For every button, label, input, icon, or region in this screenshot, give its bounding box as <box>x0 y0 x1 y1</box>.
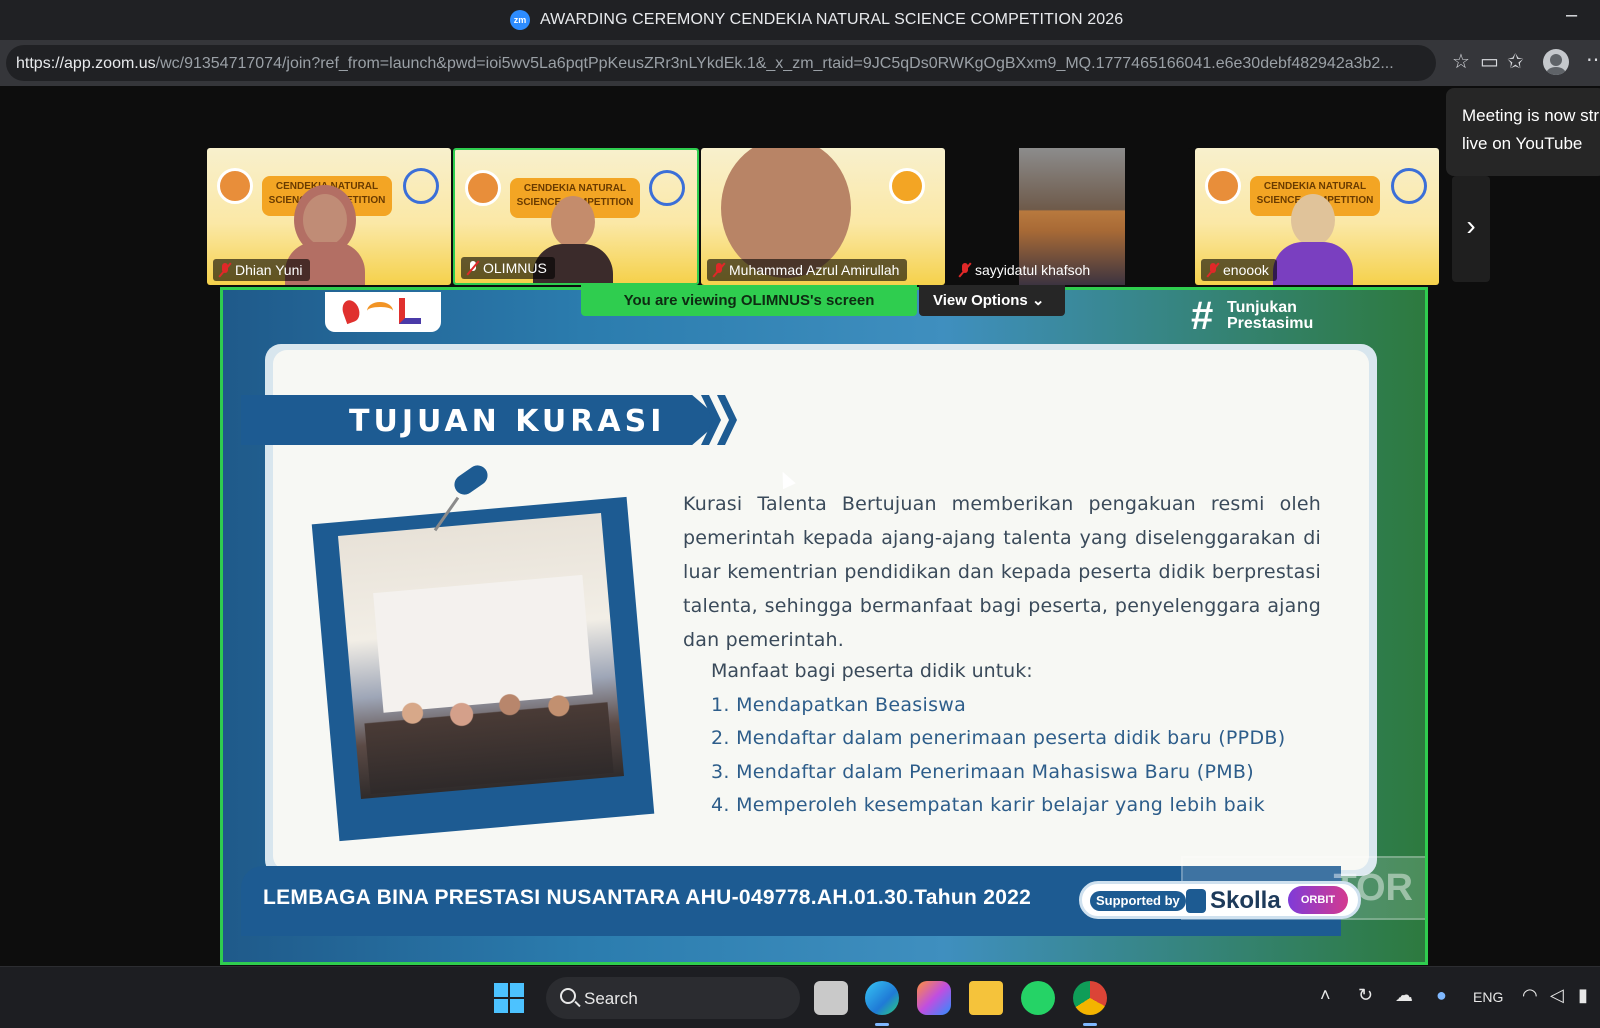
app-icon[interactable] <box>814 981 848 1015</box>
copilot-icon[interactable] <box>917 981 951 1015</box>
star-icon[interactable]: ☆ <box>1452 51 1470 73</box>
profile-icon[interactable] <box>1543 49 1569 75</box>
participant-tile[interactable]: CENDEKIA NATURAL SCIENCE COMPETITION Dhi… <box>207 148 451 285</box>
hashtag-line2: Prestasimu <box>1227 315 1314 332</box>
participant-name-tag: sayyidatul khafsoh <box>953 259 1098 281</box>
benefits-heading: Manfaat bagi peserta didik untuk: <box>711 660 1033 682</box>
minimize-button[interactable]: – <box>1566 4 1577 27</box>
mic-muted-icon <box>219 263 231 277</box>
mic-muted-icon <box>467 261 479 275</box>
windows-taskbar: Search ˄ ↻ ☁ ● ENG ◠ ◁ ▮ <box>0 966 1600 1028</box>
hashtag-line1: Tunjukan <box>1227 299 1297 316</box>
microphone-icon[interactable]: ● <box>1436 985 1447 1006</box>
language-indicator[interactable]: ENG <box>1473 989 1503 1005</box>
url-path: /wc/91354717074/join?ref_from=launch&pwd… <box>155 55 1394 72</box>
favorites-icon[interactable]: ✩ <box>1507 51 1524 73</box>
participant-tile[interactable]: Muhammad Azrul Amirullah <box>701 148 945 285</box>
participant-name-tag: Dhian Yuni <box>213 259 311 281</box>
browser-address-bar: https://app.zoom.us/wc/91354717074/join?… <box>0 40 1600 86</box>
mic-muted-icon <box>959 263 971 277</box>
participant-tile[interactable]: sayyidatul khafsoh <box>947 148 1191 285</box>
more-icon[interactable]: ⋯ <box>1586 49 1600 71</box>
window-title: AWARDING CEREMONY CENDEKIA NATURAL SCIEN… <box>540 11 1124 28</box>
screen-share-view: # Tunjukan Prestasimu TUJUAN KURASI Kura… <box>220 287 1428 965</box>
mic-muted-icon <box>1207 263 1219 277</box>
view-options-button[interactable]: View Options ⌄ <box>919 285 1065 316</box>
benefit-item: 2. Mendaftar dalam penerimaan peserta di… <box>711 727 1286 749</box>
sync-icon[interactable]: ↻ <box>1358 985 1373 1006</box>
benefit-item: 3. Mendaftar dalam Penerimaan Mahasiswa … <box>711 761 1254 783</box>
participant-tile[interactable]: CENDEKIA NATURAL SCIENCE COMPETITION eno… <box>1195 148 1439 285</box>
zoom-app-icon: zm <box>510 10 530 30</box>
search-icon <box>560 988 576 1004</box>
camera-icon[interactable]: ▭ <box>1480 51 1499 73</box>
file-explorer-icon[interactable] <box>969 981 1003 1015</box>
toast-line2: live on YouTube <box>1462 134 1583 153</box>
hashtag-icon: # <box>1191 294 1214 338</box>
supported-by-label: Supported by <box>1090 891 1186 911</box>
atom-icon <box>1391 168 1427 204</box>
organizer-logo <box>325 292 441 332</box>
viewing-screen-badge: You are viewing OLIMNUS's screen <box>581 285 917 316</box>
avatar <box>1265 188 1361 285</box>
edge-icon[interactable] <box>865 981 899 1015</box>
skolla-logo-icon <box>1186 889 1206 913</box>
onedrive-icon[interactable]: ☁ <box>1395 985 1413 1006</box>
event-photo <box>337 512 625 800</box>
volume-icon[interactable]: ◁ <box>1550 985 1564 1006</box>
slide-footer-text: LEMBAGA BINA PRESTASI NUSANTARA AHU-0497… <box>263 886 1032 909</box>
participant-name-tag: Muhammad Azrul Amirullah <box>707 259 908 281</box>
search-label: Search <box>584 989 638 1008</box>
slide-paragraph: Kurasi Talenta Bertujuan memberikan peng… <box>683 493 1321 651</box>
mic-muted-icon <box>713 263 725 277</box>
toast-line1: Meeting is now str <box>1462 106 1599 125</box>
url-field[interactable]: https://app.zoom.us/wc/91354717074/join?… <box>6 45 1436 81</box>
windows-start-icon[interactable] <box>494 983 524 1013</box>
benefit-item: 1. Mendapatkan Beasiswa <box>711 694 967 716</box>
chevron-up-icon[interactable]: ˄ <box>1320 985 1331 1006</box>
browser-title-bar: zm AWARDING CEREMONY CENDEKIA NATURAL SC… <box>0 0 1600 40</box>
benefit-item: 4. Memperoleh kesempatan karir belajar y… <box>711 794 1265 816</box>
gallery-next-button[interactable]: › <box>1452 176 1490 282</box>
slide-title: TUJUAN KURASI <box>349 404 666 439</box>
participant-name-tag: enoook <box>1201 259 1277 281</box>
planet-icon <box>217 168 253 204</box>
planet-icon <box>1205 168 1241 204</box>
participant-name-tag: OLIMNUS <box>461 257 555 279</box>
whatsapp-icon[interactable] <box>1021 981 1055 1015</box>
wifi-icon[interactable]: ◠ <box>1522 985 1538 1006</box>
planet-icon <box>889 168 925 204</box>
chrome-icon[interactable] <box>1073 981 1107 1015</box>
zoom-web-meeting-window: zm AWARDING CEREMONY CENDEKIA NATURAL SC… <box>0 0 1600 1028</box>
orbit-badge: ORBIT <box>1288 886 1348 914</box>
url-host: https://app.zoom.us <box>16 55 156 72</box>
atom-icon <box>403 168 439 204</box>
atom-icon <box>649 170 685 206</box>
planet-icon <box>465 170 501 206</box>
battery-icon[interactable]: ▮ <box>1578 985 1588 1006</box>
sponsor-brand: Skolla <box>1210 887 1281 914</box>
participant-tile-active-speaker[interactable]: CENDEKIA NATURAL SCIENCE COMPETITION OLI… <box>453 148 699 285</box>
sponsor-badge: Supported by Skolla ORBIT <box>1079 881 1361 919</box>
taskbar-search[interactable]: Search <box>546 977 800 1019</box>
youtube-live-notification: Meeting is now str live on YouTube <box>1446 88 1600 176</box>
